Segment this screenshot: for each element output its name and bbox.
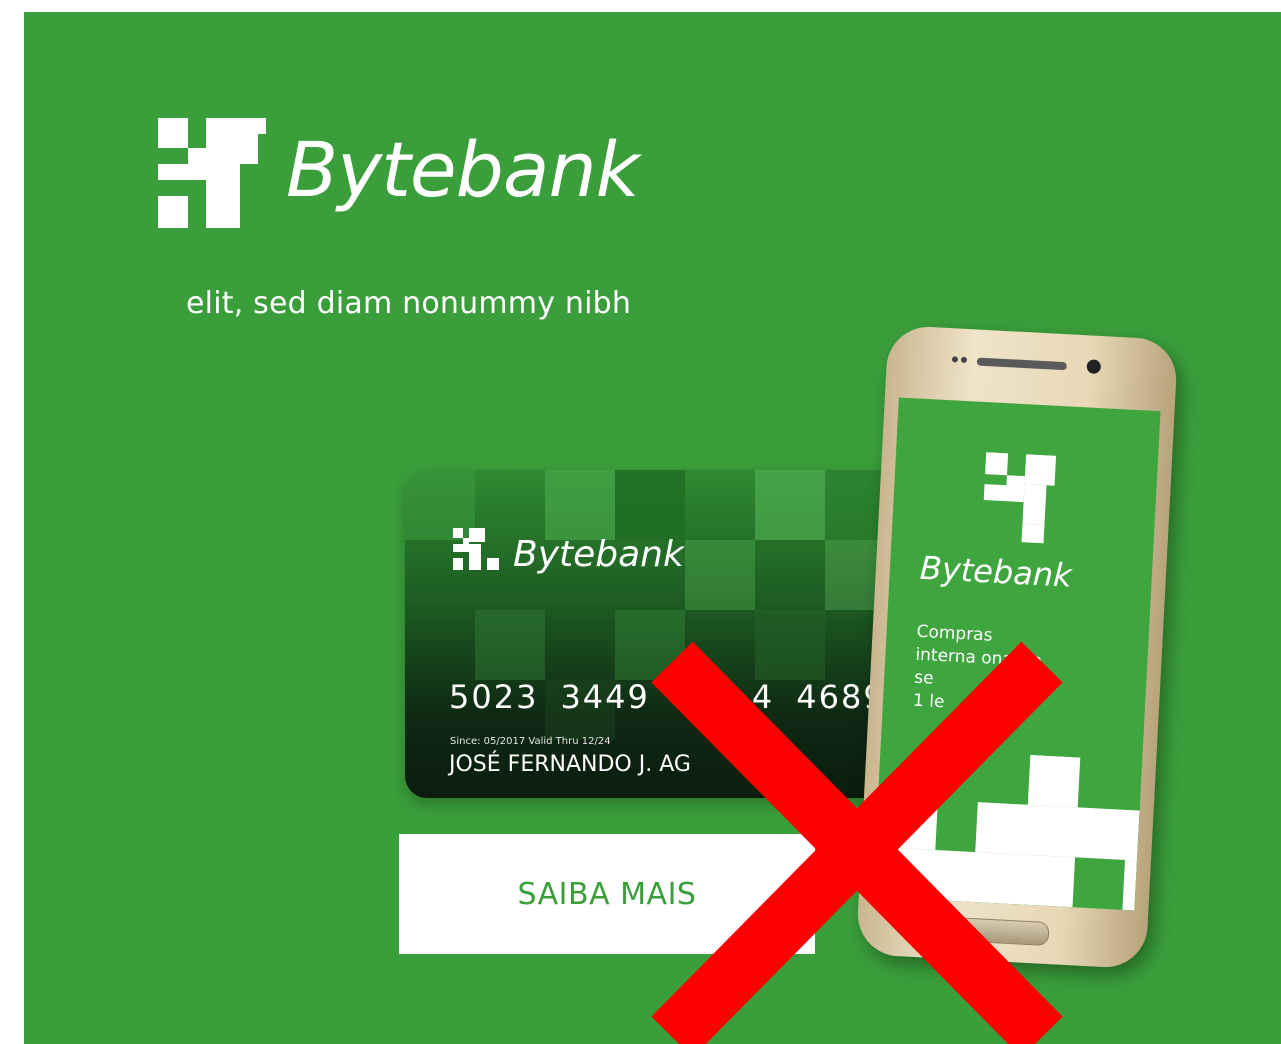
phone-bytebank-icon <box>983 452 1057 544</box>
brand-name: Bytebank <box>286 125 640 214</box>
card-bytebank-icon <box>453 528 499 570</box>
tagline: elit, sed diam nonummy nibh <box>186 286 632 321</box>
card-number-group-1: 5023 <box>449 678 539 716</box>
bytebank-logo: Bytebank <box>158 118 718 238</box>
card-number-group-2: 3449 <box>560 678 650 716</box>
red-x-cross-icon <box>651 642 1063 1044</box>
card-dates: Since: 05/2017 Valid Thru 12/24 <box>450 736 611 747</box>
card-brand-name: Bytebank <box>513 534 684 575</box>
sensor-dots-icon <box>951 356 967 363</box>
phone-brand-name: Bytebank <box>919 548 1073 595</box>
bytebank-pixel-logo-icon <box>158 118 266 228</box>
phone-camera-icon <box>1086 359 1102 374</box>
phone-speaker <box>976 357 1067 371</box>
hero-banner: Bytebank elit, sed diam nonummy nibh Byt… <box>24 12 1281 1044</box>
card-logo: Bytebank <box>453 528 753 578</box>
